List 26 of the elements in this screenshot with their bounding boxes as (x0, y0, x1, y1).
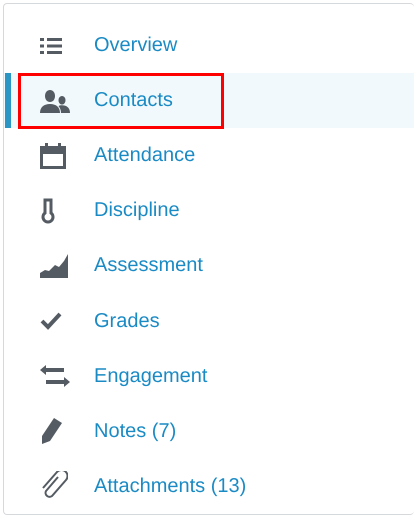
nav-label: Assessment (94, 254, 203, 278)
nav-item[interactable]: Notes (7) (4, 404, 414, 459)
calendar-icon (40, 142, 66, 169)
nav-label: Notes (7) (94, 420, 176, 443)
nav-label: Contacts (94, 89, 173, 112)
nav-item[interactable]: Grades (4, 294, 414, 349)
check-icon (40, 312, 62, 330)
nav-item[interactable]: Overview (4, 18, 414, 74)
nav-item[interactable]: Assessment (4, 238, 414, 294)
nav-label: Attendance (94, 144, 196, 168)
area-chart-icon (40, 254, 70, 278)
nav-label: Discipline (94, 199, 180, 222)
people-icon (40, 88, 70, 113)
list-icon (40, 36, 62, 55)
nav-item[interactable]: Attachments (13) (4, 458, 414, 514)
nav-label: Engagement (94, 364, 208, 388)
nav-item[interactable]: Discipline (4, 183, 414, 238)
nav-item[interactable]: Engagement (4, 348, 414, 404)
nav-item[interactable]: Contacts (4, 73, 414, 128)
nav-label: Overview (94, 34, 178, 58)
nav-item[interactable]: Attendance (4, 128, 414, 184)
thermometer-icon (40, 198, 56, 224)
swap-arrows-icon (40, 365, 70, 388)
nav-label: Grades (94, 310, 160, 333)
pencil-icon (40, 418, 62, 444)
nav-label: Attachments (13) (94, 474, 246, 498)
